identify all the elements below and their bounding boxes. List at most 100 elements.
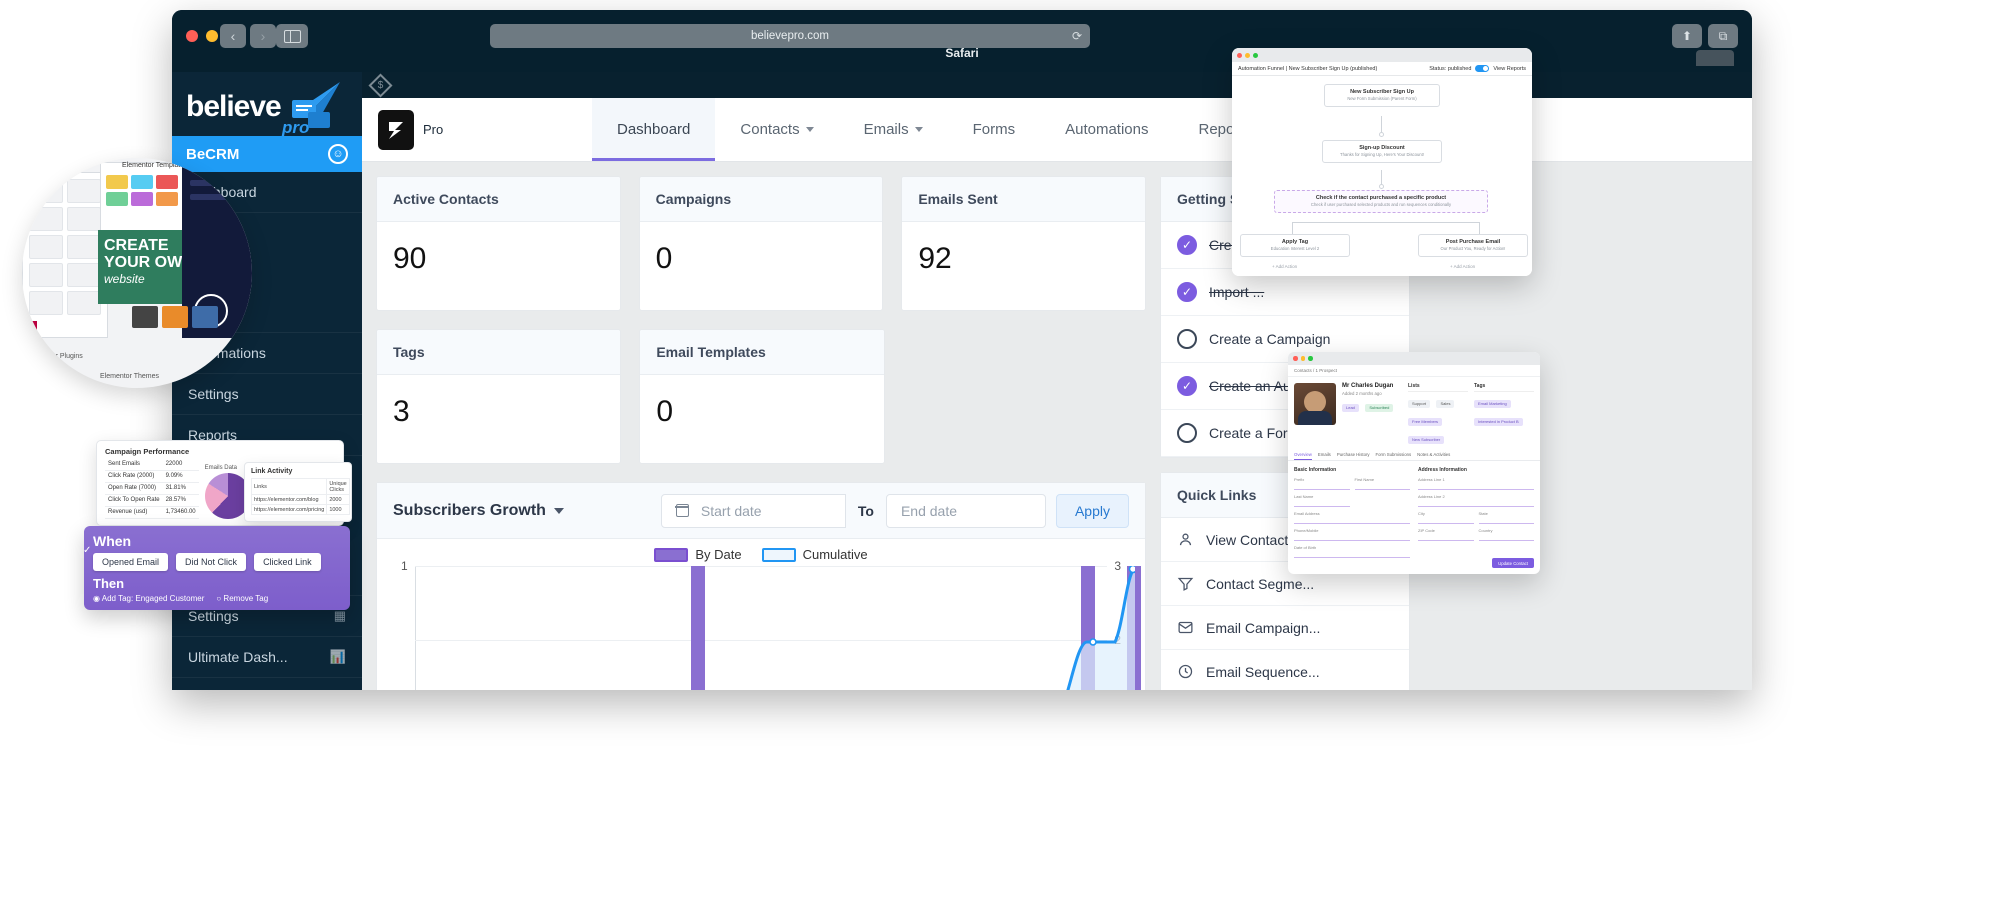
tab-form-submissions[interactable]: Form Submissions xyxy=(1376,452,1412,460)
funnel-node-apply-tag[interactable]: Apply Tag Education Interest Level 2 xyxy=(1240,234,1350,257)
tab-forms[interactable]: Forms xyxy=(948,98,1041,161)
then-options[interactable]: ◉ Add Tag: Engaged Customer ○ Remove Tag xyxy=(93,594,341,603)
field-country[interactable]: Country xyxy=(1479,528,1535,541)
add-action-left[interactable]: + Add Action xyxy=(1272,264,1297,269)
tab-stub[interactable] xyxy=(1696,50,1734,66)
funnel-node-condition[interactable]: Check if the contact purchased a specifi… xyxy=(1274,190,1488,213)
funnel-node-signup[interactable]: New Subscriber Sign Up New Form Submissi… xyxy=(1324,84,1440,107)
when-label: When xyxy=(93,533,341,549)
tab-contacts[interactable]: Contacts xyxy=(715,98,838,161)
collage-thumbnails xyxy=(132,306,218,328)
close-window-button[interactable] xyxy=(186,30,198,42)
update-contact-button[interactable]: Update Contact xyxy=(1492,558,1534,568)
browser-nav-buttons[interactable]: ‹ › xyxy=(220,24,276,48)
field-phone[interactable]: Phone/Mobile xyxy=(1294,528,1410,541)
legend-item-by-date[interactable]: By Date xyxy=(654,547,741,562)
checklist-item[interactable]: Import ... xyxy=(1161,269,1409,316)
option-clicked-link[interactable]: Clicked Link xyxy=(254,553,321,571)
sidebar-item-settings[interactable]: Settings xyxy=(172,374,362,415)
sidebar-toggle-icon[interactable] xyxy=(276,24,308,48)
option-opened-email[interactable]: ✓ Opened Email xyxy=(93,553,168,571)
node-subtitle: Check if user purchased selected product… xyxy=(1278,202,1484,208)
date-range-controls[interactable]: Start date To End date Apply xyxy=(661,494,1129,528)
field-dob[interactable]: Date of Birth xyxy=(1294,545,1410,558)
tabs-icon[interactable]: ⧉ xyxy=(1708,24,1738,48)
crm-logo-mark xyxy=(378,110,414,150)
crm-brand-name: Pro xyxy=(423,122,443,137)
forward-icon[interactable]: › xyxy=(250,24,276,48)
node-title: Post Purchase Email xyxy=(1422,239,1524,246)
tags-title: Tags xyxy=(1474,383,1534,392)
minimize-window-button[interactable] xyxy=(206,30,218,42)
checkbox-icon[interactable] xyxy=(1177,423,1197,443)
add-action-right[interactable]: + Add Action xyxy=(1450,264,1475,269)
then-option-remove-tag[interactable]: ○ Remove Tag xyxy=(216,594,268,603)
tab-emails[interactable]: Emails xyxy=(839,98,948,161)
tab-overview[interactable]: Overview xyxy=(1294,452,1312,460)
metric-label: Click To Open Rate xyxy=(105,494,163,506)
sidebar-item-ultimate-dash[interactable]: Ultimate Dash... 📊 xyxy=(172,637,362,678)
stat-cards-row-1: Active Contacts 90 Campaigns 0 Emails Se… xyxy=(376,176,1146,311)
contact-tags: Tags Email Marketing Interested in Produ… xyxy=(1474,383,1534,446)
then-option-add-tag[interactable]: ◉ Add Tag: Engaged Customer xyxy=(93,594,204,603)
tab-emails[interactable]: Emails xyxy=(1318,452,1331,460)
funnel-window-titlebar[interactable] xyxy=(1232,48,1532,62)
tab-dashboard[interactable]: Dashboard xyxy=(592,98,715,161)
field-zip[interactable]: ZIP Code xyxy=(1418,528,1474,541)
legend-swatch-by-date xyxy=(654,548,688,562)
field-prefix[interactable]: Prefix xyxy=(1294,477,1350,490)
apply-button[interactable]: Apply xyxy=(1056,494,1129,528)
legend-item-cumulative[interactable]: Cumulative xyxy=(762,547,868,562)
contact-window-titlebar[interactable] xyxy=(1288,352,1540,365)
stat-label: Campaigns xyxy=(640,177,883,222)
quick-link-email-sequences[interactable]: Email Sequence... xyxy=(1161,650,1409,690)
funnel-node-post-purchase[interactable]: Post Purchase Email Our Product You, Rea… xyxy=(1418,234,1528,257)
automation-when-then-card: When ✓ Opened Email Did Not Click Clicke… xyxy=(84,526,350,610)
funnel-node-discount[interactable]: Sign-up Discount Thanks for Signing Up, … xyxy=(1322,140,1442,163)
lists-title: Lists xyxy=(1408,383,1468,392)
field-first-name[interactable]: First Name xyxy=(1355,477,1411,490)
end-date-input[interactable]: End date xyxy=(886,494,1046,528)
field-address2[interactable]: Address Line 2 xyxy=(1418,494,1534,507)
checkbox-checked-icon[interactable] xyxy=(1177,235,1197,255)
crm-main-nav[interactable]: Dashboard Contacts Emails Forms Automati… xyxy=(592,98,1752,161)
option-did-not-click[interactable]: Did Not Click xyxy=(176,553,246,571)
tab-notes-activities[interactable]: Notes & Activities xyxy=(1417,452,1450,460)
link-activity-card: Link Activity Links Unique Clicks https:… xyxy=(244,462,352,522)
chart-cumulative-line xyxy=(415,566,1135,690)
reload-icon[interactable]: ⟳ xyxy=(1072,29,1082,43)
tab-purchase-history[interactable]: Purchase History xyxy=(1337,452,1370,460)
metric-label: Sent Emails xyxy=(105,459,163,470)
field-email[interactable]: Email Address xyxy=(1294,511,1410,524)
screenshot-root: ‹ › believepro.com ⟳ Safari ⬆ ⧉ believe … xyxy=(0,0,2000,918)
accessibility-icon[interactable]: ☺ xyxy=(328,144,348,164)
checklist-label: Create a Form xyxy=(1209,425,1299,441)
start-date-input[interactable]: Start date xyxy=(661,494,846,528)
address-bar[interactable]: believepro.com ⟳ xyxy=(490,24,1090,48)
stat-label: Tags xyxy=(377,330,620,375)
quick-link-email-campaigns[interactable]: Email Campaign... xyxy=(1161,606,1409,650)
contact-tabs[interactable]: Overview Emails Purchase History Form Su… xyxy=(1288,452,1540,461)
field-label: Date of Birth xyxy=(1294,545,1410,550)
field-address1[interactable]: Address Line 1 xyxy=(1418,477,1534,490)
checkbox-checked-icon[interactable] xyxy=(1177,376,1197,396)
stat-label: Email Templates xyxy=(640,330,883,375)
field-state[interactable]: State xyxy=(1479,511,1535,524)
share-icon[interactable]: ⬆ xyxy=(1672,24,1702,48)
view-reports-link[interactable]: View Reports xyxy=(1493,66,1526,72)
legend-label: Cumulative xyxy=(803,547,868,562)
chevron-down-icon[interactable] xyxy=(554,508,564,514)
publish-toggle[interactable] xyxy=(1475,65,1489,72)
metric-label: Revenue (usd) xyxy=(105,506,163,518)
checkbox-icon[interactable] xyxy=(1177,329,1197,349)
browser-right-buttons[interactable]: ⬆ ⧉ xyxy=(1672,24,1738,48)
when-options[interactable]: ✓ Opened Email Did Not Click Clicked Lin… xyxy=(93,553,341,571)
field-last-name[interactable]: Last Name xyxy=(1294,494,1350,507)
basic-info-title: Basic Information xyxy=(1294,467,1410,473)
back-icon[interactable]: ‹ xyxy=(220,24,246,48)
tab-automations[interactable]: Automations xyxy=(1040,98,1173,161)
field-label: First Name xyxy=(1355,477,1411,482)
checkbox-checked-icon[interactable] xyxy=(1177,282,1197,302)
chart-title-dropdown[interactable]: Subscribers Growth xyxy=(393,502,564,520)
field-city[interactable]: City xyxy=(1418,511,1474,524)
